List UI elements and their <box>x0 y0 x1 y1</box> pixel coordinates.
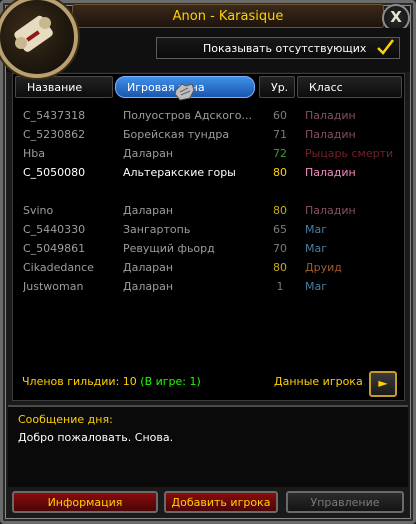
member-name: Hba <box>23 147 45 160</box>
table-row[interactable]: C_5440330 Зангартопь 65 Маг <box>13 220 404 240</box>
member-name: C_5050080 <box>23 166 86 179</box>
member-class: Маг <box>305 223 328 236</box>
table-row[interactable]: C_5230862 Борейская тундра 71 Паладин <box>13 125 404 145</box>
column-header-label: Класс <box>309 81 343 94</box>
member-level: 1 <box>276 280 284 293</box>
member-class: Маг <box>305 280 328 293</box>
motd-panel: Сообщение дня: Добро пожаловать. Снова. <box>8 405 408 487</box>
member-level: 80 <box>273 204 287 217</box>
table-row[interactable]: C_5437318 Полуостров Адского... 60 Паладин <box>13 106 404 126</box>
member-level: 70 <box>273 242 287 255</box>
member-level: 65 <box>273 223 287 236</box>
roster-panel: Название Игровая зона Ур. Класс C_543731… <box>12 73 405 401</box>
column-header-class[interactable]: Класс <box>297 76 402 98</box>
online-count: (В игре: 1) <box>140 375 201 388</box>
member-class: Паладин <box>305 166 356 179</box>
show-offline-label: Показывать отсутствующих <box>203 42 367 55</box>
member-class: Паладин <box>305 109 356 122</box>
window-title: Anon - Karasique <box>172 9 284 24</box>
member-zone: Альтеракские горы <box>123 166 236 179</box>
table-row[interactable]: Hba Даларан 72 Рыцарь смерти <box>13 144 404 164</box>
info-button[interactable]: Информация <box>12 491 158 513</box>
table-row[interactable]: Justwoman Даларан 1 Маг <box>13 277 404 297</box>
member-level: 71 <box>273 128 287 141</box>
table-row[interactable]: C_5049861 Ревущий фьорд 70 Маг <box>13 239 404 259</box>
column-header-label: Ур. <box>271 81 289 94</box>
member-name: C_5230862 <box>23 128 86 141</box>
members-label: Членов гильдии: <box>22 375 120 388</box>
member-zone: Борейская тундра <box>123 128 230 141</box>
member-zone: Даларан <box>123 147 174 160</box>
members-count: 10 <box>122 375 137 388</box>
member-level: 60 <box>273 109 287 122</box>
column-header-label: Название <box>27 81 83 94</box>
member-zone: Даларан <box>123 204 174 217</box>
member-zone: Даларан <box>123 280 174 293</box>
player-info-label: Данные игрока <box>274 375 363 388</box>
member-class: Друид <box>305 261 342 274</box>
members-count-line: Членов гильдии: 10 (В игре: 1) <box>22 375 201 388</box>
column-header-name[interactable]: Название <box>15 76 113 98</box>
close-icon: X <box>390 8 402 26</box>
member-zone: Даларан <box>123 261 174 274</box>
member-class: Паладин <box>305 204 356 217</box>
add-player-button[interactable]: Добавить игрока <box>164 491 278 513</box>
guild-window: Anon - Karasique X Показывать отсутствую… <box>0 0 416 524</box>
member-zone: Полуостров Адского... <box>123 109 252 122</box>
show-offline-toggle[interactable]: Показывать отсутствующих <box>156 37 400 59</box>
table-row <box>13 182 404 202</box>
column-header-level[interactable]: Ур. <box>259 76 295 98</box>
table-row[interactable]: C_5050080 Альтеракские горы 80 Паладин <box>13 163 404 183</box>
member-level: 80 <box>273 166 287 179</box>
checkmark-icon[interactable] <box>375 37 395 57</box>
member-zone: Ревущий фьорд <box>123 242 215 255</box>
member-class: Паладин <box>305 128 356 141</box>
member-class: Рыцарь смерти <box>305 147 394 160</box>
table-row[interactable]: Cikadedance Даларан 80 Друид <box>13 258 404 278</box>
member-name: C_5440330 <box>23 223 86 236</box>
member-name: C_5437318 <box>23 109 86 122</box>
player-info-button[interactable]: ► <box>369 371 397 397</box>
member-name: C_5049861 <box>23 242 86 255</box>
member-zone: Зангартопь <box>123 223 191 236</box>
motd-title: Сообщение дня: <box>18 413 113 426</box>
motd-text[interactable]: Добро пожаловать. Снова. <box>18 431 173 444</box>
member-level: 80 <box>273 261 287 274</box>
title-bar: Anon - Karasique <box>72 4 384 28</box>
table-row[interactable]: Svino Даларан 80 Паладин <box>13 201 404 221</box>
member-name: Cikadedance <box>23 261 94 274</box>
member-class: Маг <box>305 242 328 255</box>
control-button: Управление <box>286 491 404 513</box>
gauntlet-cursor-icon <box>174 83 195 101</box>
member-name: Svino <box>23 204 54 217</box>
member-name: Justwoman <box>23 280 84 293</box>
arrow-right-icon: ► <box>378 376 388 390</box>
member-level: 72 <box>273 147 287 160</box>
